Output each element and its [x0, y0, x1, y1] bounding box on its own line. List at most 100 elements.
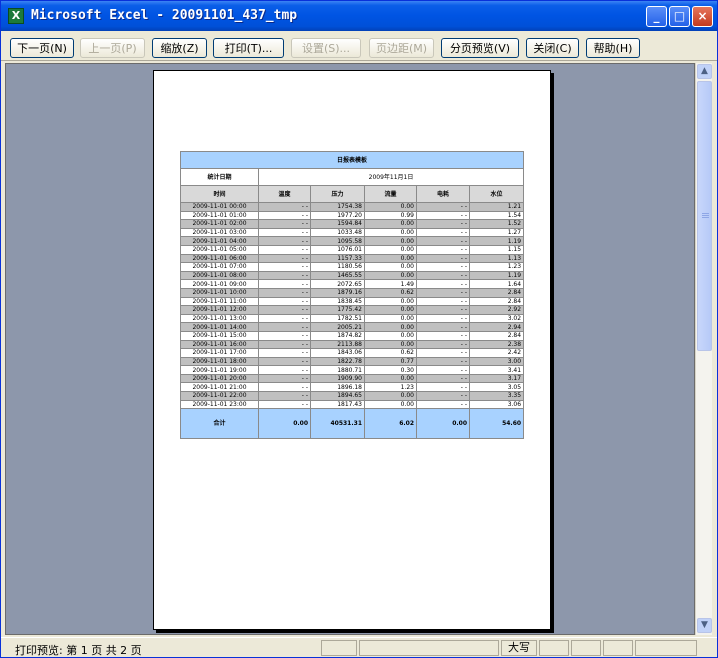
next-page-button[interactable]: 下一页(N) — [10, 38, 74, 58]
table-cell: 1157.33 — [310, 253, 365, 264]
table-cell: 2009-11-01 15:00 — [180, 330, 259, 341]
table-cell: 0.00 — [364, 399, 417, 410]
preview-toolbar: 下一页(N) 上一页(P) 缩放(Z) 打印(T)... 设置(S)... 页边… — [1, 31, 717, 61]
table-cell: 0.62 — [364, 348, 417, 358]
table-cell: - - — [416, 365, 470, 375]
table-cell: - - — [258, 262, 311, 272]
close-window-button[interactable]: × — [692, 6, 713, 27]
table-row: 2009-11-01 01:00- -1977.20 0.99- -1.54 — [180, 210, 525, 221]
table-cell: 1.27 — [468, 227, 525, 238]
table-cell: - - — [416, 253, 470, 264]
table-cell: 0.00 — [364, 313, 417, 324]
preview-page[interactable]: 日报表模板 统计日期 2009年11月1日 时间 温度 压力 流量 电耗 水位 … — [153, 70, 551, 630]
table-cell: 2009-11-01 23:00 — [180, 399, 259, 410]
table-cell: 2005.21 — [310, 322, 365, 332]
table-row: 2009-11-01 04:00- -1095.58 0.00- -1.19 — [180, 236, 525, 246]
table-cell: - - — [258, 313, 311, 324]
close-icon: × — [697, 9, 708, 23]
report-table: 日报表模板 统计日期 2009年11月1日 时间 温度 压力 流量 电耗 水位 … — [179, 151, 525, 440]
minimize-icon: _ — [653, 9, 660, 23]
table-cell: - - — [258, 279, 311, 289]
scroll-thumb[interactable] — [697, 81, 712, 351]
setup-button[interactable]: 设置(S)... — [291, 38, 361, 58]
total-cell: 0.00 — [416, 408, 470, 440]
table-cell: - - — [416, 391, 470, 401]
total-cell: 6.02 — [364, 408, 417, 440]
table-cell: - - — [416, 270, 470, 281]
table-cell: 0.00 — [364, 373, 417, 384]
scroll-down-icon[interactable]: ▼ — [697, 618, 712, 633]
table-cell: - - — [416, 219, 470, 229]
table-cell: - - — [416, 244, 470, 255]
margins-button[interactable]: 页边距(M) — [369, 38, 434, 58]
table-cell: 1754.38 — [310, 202, 365, 212]
table-cell: 1838.45 — [310, 296, 365, 307]
zoom-button[interactable]: 缩放(Z) — [152, 38, 207, 58]
table-row: 2009-11-01 07:00- -1180.56 0.00- -1.23 — [180, 262, 525, 272]
vertical-scrollbar[interactable]: ▲ ▼ — [695, 63, 712, 635]
table-cell: - - — [416, 330, 470, 341]
table-cell: 1.54 — [468, 210, 525, 221]
column-header: 温度 — [258, 185, 311, 203]
table-cell: 1033.48 — [310, 227, 365, 238]
status-panel — [635, 640, 697, 656]
page-break-preview-button[interactable]: 分页预览(V) — [441, 38, 519, 58]
table-cell: 1.19 — [468, 236, 525, 246]
table-cell: 2.38 — [468, 339, 525, 350]
table-cell: - - — [416, 305, 470, 315]
help-button[interactable]: 帮助(H) — [586, 38, 640, 58]
table-cell: 2009-11-01 16:00 — [180, 339, 259, 350]
close-preview-button[interactable]: 关闭(C) — [526, 38, 579, 58]
prev-page-button[interactable]: 上一页(P) — [80, 38, 145, 58]
table-cell: 2009-11-01 22:00 — [180, 391, 259, 401]
table-cell: 2009-11-01 04:00 — [180, 236, 259, 246]
table-cell: 1977.20 — [310, 210, 365, 221]
table-cell: 0.30 — [364, 365, 417, 375]
table-cell: 2009-11-01 11:00 — [180, 296, 259, 307]
table-cell: 1.64 — [468, 279, 525, 289]
table-row: 2009-11-01 20:00- -1909.90 0.00- -3.17 — [180, 373, 525, 384]
table-cell: 1843.06 — [310, 348, 365, 358]
table-cell: 3.00 — [468, 356, 525, 367]
table-cell: - - — [416, 227, 470, 238]
table-cell: 0.62 — [364, 287, 417, 298]
table-cell: 3.02 — [468, 313, 525, 324]
table-row: 2009-11-01 05:00- -1076.01 0.00- -1.15 — [180, 244, 525, 255]
table-cell: - - — [416, 210, 470, 221]
total-cell: 0.00 — [258, 408, 311, 440]
status-panel — [321, 640, 357, 656]
date-value: 2009年11月1日 — [257, 168, 525, 186]
table-row: 2009-11-01 06:00- -1157.33 0.00- -1.13 — [180, 253, 525, 264]
print-button[interactable]: 打印(T)... — [213, 38, 284, 58]
table-cell: 1095.58 — [310, 236, 365, 246]
column-header: 水位 — [468, 185, 525, 203]
table-cell: - - — [258, 391, 311, 401]
table-cell: 0.99 — [364, 210, 417, 221]
status-panel — [603, 640, 633, 656]
excel-icon[interactable]: X — [8, 8, 24, 24]
table-cell: - - — [258, 296, 311, 307]
minimize-button[interactable]: _ — [646, 6, 667, 27]
table-cell: 2.94 — [468, 322, 525, 332]
table-cell: 0.00 — [364, 244, 417, 255]
table-cell: 2.84 — [468, 330, 525, 341]
table-cell: - - — [416, 373, 470, 384]
scroll-up-icon[interactable]: ▲ — [697, 64, 712, 79]
table-cell: 0.00 — [364, 262, 417, 272]
table-cell: 1782.51 — [310, 313, 365, 324]
table-cell: - - — [416, 382, 470, 393]
table-cell: - - — [258, 330, 311, 341]
table-row: 2009-11-01 18:00- -1822.78 0.77- -3.00 — [180, 356, 525, 367]
table-cell: 2072.65 — [310, 279, 365, 289]
table-cell: 1.15 — [468, 244, 525, 255]
table-cell: 0.00 — [364, 236, 417, 246]
table-cell: 0.00 — [364, 227, 417, 238]
print-preview-area[interactable]: 日报表模板 统计日期 2009年11月1日 时间 温度 压力 流量 电耗 水位 … — [5, 63, 695, 635]
maximize-button[interactable]: □ — [669, 6, 690, 27]
title-bar[interactable]: X Microsoft Excel - 20091101_437_tmp _ □… — [1, 1, 717, 31]
table-row: 2009-11-01 19:00- -1880.71 0.30- -3.41 — [180, 365, 525, 375]
window-title: Microsoft Excel - 20091101_437_tmp — [31, 8, 298, 23]
table-cell: - - — [416, 322, 470, 332]
status-panel — [571, 640, 601, 656]
table-row: 2009-11-01 12:00- -1775.42 0.00- -2.92 — [180, 305, 525, 315]
